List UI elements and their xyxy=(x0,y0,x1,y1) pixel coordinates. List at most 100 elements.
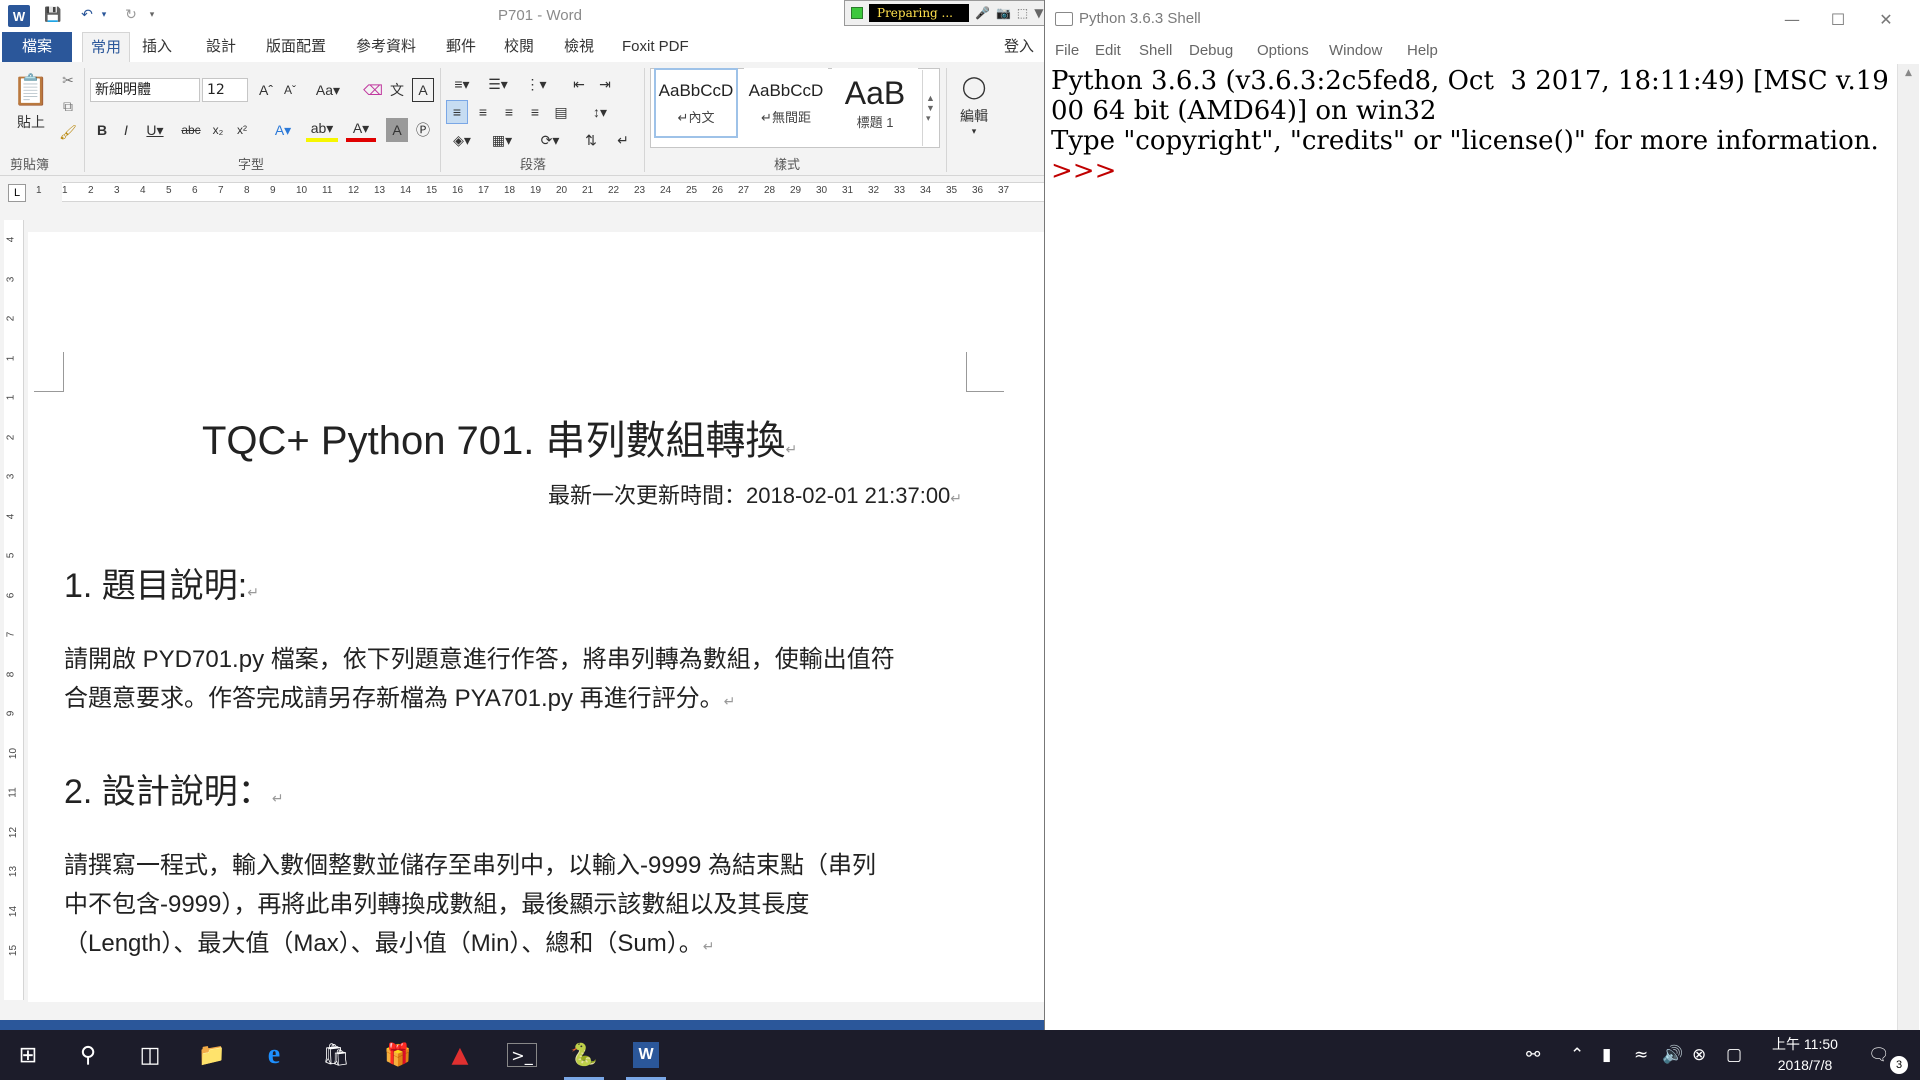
strikethrough-icon[interactable]: abc xyxy=(178,118,204,142)
recorder-toolbar[interactable]: Preparing ... 🎤 📷 ⬚ ▼ xyxy=(844,0,1044,26)
minimize-icon[interactable]: — xyxy=(1769,6,1815,32)
people-icon[interactable]: ⚯ xyxy=(1526,1045,1540,1065)
sort-icon[interactable]: ⇅ xyxy=(580,128,602,152)
undo-dropdown-icon[interactable]: ▾ xyxy=(98,4,110,26)
gift-app-icon[interactable]: 🎁 xyxy=(374,1036,422,1074)
task-view-icon[interactable]: ◫ xyxy=(126,1036,174,1074)
battery-icon[interactable]: ▮ xyxy=(1602,1045,1611,1065)
tab-view[interactable]: 檢視 xyxy=(564,32,594,62)
redo-icon[interactable]: ↻ xyxy=(120,4,142,26)
menu-file[interactable]: File xyxy=(1055,42,1079,59)
enclose-characters-icon[interactable]: Ⓟ xyxy=(412,118,434,142)
microphone-icon[interactable]: 🎤 xyxy=(975,6,990,20)
tab-home[interactable]: 常用 xyxy=(82,32,130,62)
shell-scrollbar[interactable]: ▲ xyxy=(1897,64,1919,1030)
start-windows-icon[interactable]: ⊞ xyxy=(4,1036,52,1074)
tab-insert[interactable]: 插入 xyxy=(142,32,172,62)
copy-icon[interactable]: ⧉ xyxy=(58,96,78,116)
tab-design[interactable]: 設計 xyxy=(206,32,236,62)
editing-dropdown-icon[interactable]: ▾ xyxy=(966,126,982,137)
borders-icon[interactable]: ▦▾ xyxy=(484,128,520,152)
scroll-up-icon[interactable]: ▲ xyxy=(1898,64,1919,78)
terminal-icon[interactable]: >_ xyxy=(507,1043,537,1067)
text-effects-icon[interactable]: A▾ xyxy=(268,118,298,142)
bullets-icon[interactable]: ≡▾ xyxy=(446,72,478,96)
input-method-icon[interactable]: ▢ xyxy=(1726,1045,1742,1065)
maximize-icon[interactable]: ☐ xyxy=(1815,6,1861,32)
paste-icon[interactable]: 📋 xyxy=(10,70,52,110)
styles-scroll-icon[interactable]: ▲ ▼ ▾ xyxy=(922,70,938,146)
tab-layout[interactable]: 版面配置 xyxy=(266,32,326,62)
undo-icon[interactable]: ↶ xyxy=(76,4,98,26)
style-normal[interactable]: AaBbCcD ↵內文 xyxy=(654,68,738,138)
recorder-dropdown-icon[interactable]: ▼ xyxy=(1034,6,1043,20)
store-icon[interactable]: 🛍 xyxy=(312,1036,360,1074)
menu-shell[interactable]: Shell xyxy=(1139,42,1172,59)
phonetic-guide-icon[interactable]: 文 xyxy=(386,78,408,102)
superscript-icon[interactable]: x² xyxy=(232,118,252,142)
asian-layout-icon[interactable]: ⟳▾ xyxy=(534,128,566,152)
clear-formatting-icon[interactable]: ⌫ xyxy=(362,78,384,102)
shrink-font-icon[interactable]: Aˇ xyxy=(280,78,300,102)
python-idle-taskbar-icon[interactable]: 🐍 xyxy=(560,1036,608,1080)
menu-window[interactable]: Window xyxy=(1329,42,1382,59)
find-binoculars-icon[interactable]: ◯ xyxy=(956,72,992,102)
align-center-icon[interactable]: ≡ xyxy=(472,100,494,124)
character-shading-icon[interactable]: A xyxy=(386,118,408,142)
editing-button[interactable]: 編輯 xyxy=(952,106,996,126)
action-center-icon[interactable]: 🗨 xyxy=(1868,1045,1890,1065)
decrease-indent-icon[interactable]: ⇤ xyxy=(568,72,590,96)
distributed-icon[interactable]: ▤ xyxy=(550,100,572,124)
line-spacing-icon[interactable]: ↕▾ xyxy=(584,100,616,124)
align-left-icon[interactable]: ≡ xyxy=(446,100,468,124)
bold-icon[interactable]: B xyxy=(92,118,112,142)
taskbar-clock[interactable]: 上午 11:50 2018/7/8 xyxy=(1760,1034,1850,1076)
tab-mailings[interactable]: 郵件 xyxy=(446,32,476,62)
chevron-up-icon[interactable]: ⌃ xyxy=(1570,1045,1584,1065)
subscript-icon[interactable]: x₂ xyxy=(208,118,228,142)
menu-options[interactable]: Options xyxy=(1257,42,1309,59)
camera-off-icon[interactable]: 📷 xyxy=(996,6,1011,20)
shell-text-area[interactable]: Python 3.6.3 (v3.6.3:2c5fed8, Oct 3 2017… xyxy=(1051,66,1897,186)
pdf-reader-icon[interactable]: ▲ xyxy=(436,1036,484,1074)
menu-debug[interactable]: Debug xyxy=(1189,42,1233,59)
cut-icon[interactable]: ✂ xyxy=(58,70,78,90)
style-heading-1[interactable]: AaB 標題 1 xyxy=(832,68,918,138)
increase-indent-icon[interactable]: ⇥ xyxy=(594,72,616,96)
tab-review[interactable]: 校閱 xyxy=(504,32,534,62)
justify-icon[interactable]: ≡ xyxy=(524,100,546,124)
close-icon[interactable]: ✕ xyxy=(1863,6,1909,32)
align-right-icon[interactable]: ≡ xyxy=(498,100,520,124)
highlight-color-icon[interactable]: ab▾ xyxy=(306,118,338,142)
font-color-icon[interactable]: A▾ xyxy=(346,118,376,142)
font-name-combo[interactable]: 新細明體 xyxy=(90,78,200,102)
italic-icon[interactable]: I xyxy=(116,118,136,142)
word-taskbar-icon[interactable]: W xyxy=(622,1036,670,1080)
menu-help[interactable]: Help xyxy=(1407,42,1438,59)
paste-button[interactable]: 貼上 xyxy=(10,112,52,132)
edge-browser-icon[interactable]: e xyxy=(250,1036,298,1074)
change-case-icon[interactable]: Aa▾ xyxy=(312,78,344,102)
tab-foxit-pdf[interactable]: Foxit PDF xyxy=(622,32,689,62)
wifi-icon[interactable]: ≈ xyxy=(1634,1045,1648,1065)
customize-qat-icon[interactable]: ▾ xyxy=(146,4,158,26)
font-size-combo[interactable]: 12 xyxy=(202,78,248,102)
search-icon[interactable]: ⚲ xyxy=(64,1036,112,1074)
character-border-icon[interactable]: A xyxy=(412,78,434,102)
horizontal-ruler[interactable]: L 1 1 2 3 4 5 6 7 8 9 10 11 12 13 14 15 16 17 18 19 20 21 22 23… xyxy=(0,178,1044,206)
vertical-ruler[interactable]: 4 3 2 1 1 2 3 4 5 6 7 8 9 10 11 12 13 14 15 xyxy=(4,220,24,1000)
file-explorer-icon[interactable]: 📁 xyxy=(188,1036,236,1074)
region-select-icon[interactable]: ⬚ xyxy=(1017,6,1028,20)
sign-in-link[interactable]: 登入 xyxy=(1004,32,1034,62)
show-marks-icon[interactable]: ↵ xyxy=(612,128,634,152)
numbering-icon[interactable]: ☰▾ xyxy=(482,72,514,96)
shading-icon[interactable]: ◈▾ xyxy=(446,128,478,152)
save-icon[interactable]: 💾 xyxy=(42,4,64,26)
tab-references[interactable]: 參考資料 xyxy=(356,32,416,62)
grow-font-icon[interactable]: Aˆ xyxy=(256,78,276,102)
volume-icon[interactable]: 🔊 xyxy=(1662,1045,1683,1065)
format-painter-icon[interactable]: 🖌 xyxy=(58,122,78,142)
network-disconnected-icon[interactable]: ⊗ xyxy=(1692,1045,1706,1065)
multilevel-list-icon[interactable]: ⋮▾ xyxy=(518,72,554,96)
tab-file[interactable]: 檔案 xyxy=(2,32,72,62)
